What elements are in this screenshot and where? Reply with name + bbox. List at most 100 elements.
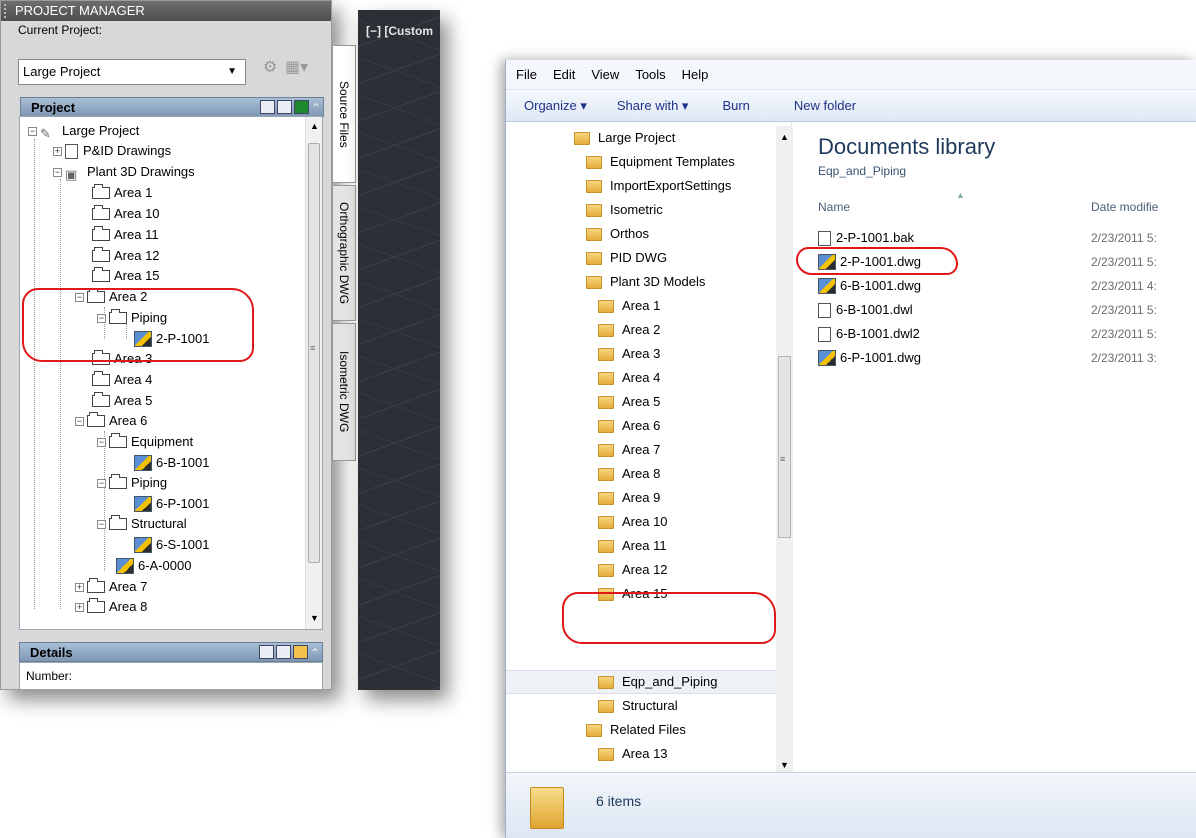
nav-item[interactable]: Area 10	[598, 510, 668, 534]
drag-grip-icon[interactable]	[4, 4, 10, 18]
file-row[interactable]: 6-P-1001.dwg 2/23/2011 3:	[806, 346, 1196, 370]
nav-item[interactable]: Area 6	[598, 414, 660, 438]
tree-node-area-10[interactable]: Area 10	[92, 204, 160, 224]
nav-item[interactable]: Area 3	[598, 342, 660, 366]
nav-item-selected[interactable]: Eqp_and_Piping	[598, 670, 717, 694]
nav-scrollbar[interactable]: ▲ ≡ ▼	[776, 126, 793, 776]
collapse-chevron-icon[interactable]: ⌃	[310, 643, 320, 663]
scroll-down-icon[interactable]: ▼	[310, 613, 319, 623]
tree-node-6-b-1001[interactable]: 6-B-1001	[134, 453, 209, 473]
tree-node-area-11[interactable]: Area 11	[92, 225, 159, 245]
nav-item[interactable]: Area 13	[598, 742, 668, 766]
organize-button[interactable]: Organize ▾	[524, 98, 587, 114]
menu-help[interactable]: Help	[682, 60, 709, 89]
tree-node-area-5[interactable]: Area 5	[92, 391, 152, 411]
column-header-name[interactable]: Name	[818, 200, 850, 214]
drawing-viewport[interactable]: [−] [Custom	[358, 10, 440, 690]
burn-button[interactable]: Burn	[722, 98, 749, 113]
current-project-select[interactable]: Large Project ▼	[18, 59, 246, 85]
nav-item[interactable]: Large Project	[574, 126, 675, 150]
tree-node-plant3d[interactable]: − ▣ Plant 3D Drawings	[53, 162, 195, 182]
tree-scrollbar[interactable]: ▲ ≡ ▼	[305, 117, 322, 629]
folder-icon	[598, 699, 614, 713]
tab-isometric-dwg[interactable]: Isometric DWG	[332, 323, 356, 461]
collapse-icon[interactable]: −	[75, 416, 84, 426]
collapse-icon[interactable]: −	[28, 126, 37, 136]
tree-node-area-8[interactable]: + Area 8	[75, 597, 147, 617]
expand-icon[interactable]: +	[75, 602, 84, 612]
annotation-highlight	[22, 288, 254, 362]
tree-node-area-6-piping[interactable]: − Piping	[97, 473, 167, 493]
scroll-down-icon[interactable]: ▼	[780, 760, 789, 770]
dropdown-arrow-icon[interactable]: ▼	[227, 60, 237, 84]
tree-node-root[interactable]: − ✎ Large Project	[28, 121, 139, 141]
viewport-controls[interactable]: [−] [Custom	[366, 24, 442, 38]
menu-tools[interactable]: Tools	[635, 60, 665, 89]
new-drawing-icon[interactable]	[260, 100, 275, 114]
nav-item[interactable]: Area 5	[598, 390, 660, 414]
nav-item[interactable]: PID DWG	[586, 246, 667, 270]
tree-node-area-15[interactable]: Area 15	[92, 266, 160, 286]
nav-item[interactable]: Area 2	[598, 318, 660, 342]
collapse-chevron-icon[interactable]: ⌃	[311, 98, 321, 118]
tree-node-area-6[interactable]: − Area 6	[75, 411, 147, 431]
column-header-date[interactable]: Date modifie	[1091, 200, 1158, 214]
nav-item[interactable]: Orthos	[586, 222, 649, 246]
tab-source-files[interactable]: Source Files	[332, 45, 356, 183]
collapse-icon[interactable]: −	[53, 167, 62, 177]
nav-item[interactable]: Isometric	[586, 198, 663, 222]
tree-node-6-a-0000[interactable]: 6-A-0000	[116, 556, 191, 576]
nav-item[interactable]: Equipment Templates	[586, 150, 735, 174]
copy-drawing-icon[interactable]	[277, 100, 292, 114]
nav-item[interactable]: Area 12	[598, 558, 668, 582]
menu-edit[interactable]: Edit	[553, 60, 575, 89]
expand-icon[interactable]: +	[75, 582, 84, 592]
tree-node-area-4[interactable]: Area 4	[92, 370, 152, 390]
share-with-button[interactable]: Share with ▾	[617, 98, 689, 114]
file-row[interactable]: 6-B-1001.dwg 2/23/2011 4:	[806, 274, 1196, 298]
new-folder-button[interactable]: New folder	[794, 98, 856, 113]
project-section-header[interactable]: Project ⌃	[20, 97, 324, 117]
tree-node-area-12[interactable]: Area 12	[92, 246, 160, 266]
tree-node-area-6-equipment[interactable]: − Equipment	[97, 432, 193, 452]
nav-item[interactable]: Area 9	[598, 486, 660, 510]
nav-item[interactable]: Area 8	[598, 462, 660, 486]
tree-node-6-p-1001[interactable]: 6-P-1001	[134, 494, 209, 514]
collapse-icon[interactable]: −	[97, 519, 106, 529]
scroll-up-icon[interactable]: ▲	[780, 132, 789, 142]
project-options-icon[interactable]: ▦▾	[285, 57, 315, 79]
file-row[interactable]: 6-B-1001.dwl2 2/23/2011 5:	[806, 322, 1196, 346]
project-setup-icon[interactable]: ⚙	[263, 57, 285, 79]
collapse-icon[interactable]: −	[97, 478, 106, 488]
nav-item[interactable]: Area 4	[598, 366, 660, 390]
project-tree[interactable]: − ✎ Large Project + P&ID Drawings − ▣ Pl…	[19, 116, 323, 630]
tree-node-area-6-structural[interactable]: − Structural	[97, 514, 187, 534]
file-row[interactable]: 6-B-1001.dwl 2/23/2011 5:	[806, 298, 1196, 322]
tree-node-6-s-1001[interactable]: 6-S-1001	[134, 535, 209, 555]
thumbnail-view-icon[interactable]	[293, 645, 308, 659]
collapse-icon[interactable]: −	[97, 437, 106, 447]
nav-item[interactable]: Plant 3D Models	[586, 270, 705, 294]
nav-item[interactable]: Structural	[598, 694, 678, 718]
details-view-icon[interactable]	[259, 645, 274, 659]
menu-view[interactable]: View	[591, 60, 619, 89]
tree-scroll-thumb[interactable]	[308, 143, 320, 563]
tree-node-area-1[interactable]: Area 1	[92, 183, 152, 203]
expand-icon[interactable]: +	[53, 146, 62, 156]
navigation-pane[interactable]: Large Project Equipment Templates Import…	[506, 122, 792, 772]
menu-file[interactable]: File	[516, 60, 537, 89]
scroll-up-icon[interactable]: ▲	[310, 121, 319, 131]
tree-node-area-7[interactable]: + Area 7	[75, 577, 147, 597]
nav-item[interactable]: Related Files	[586, 718, 686, 742]
tree-node-pid[interactable]: + P&ID Drawings	[53, 141, 171, 161]
tab-orthographic-dwg[interactable]: Orthographic DWG	[332, 185, 356, 321]
nav-item[interactable]: Area 11	[598, 534, 667, 558]
refresh-icon[interactable]	[294, 100, 309, 114]
nav-item[interactable]: Area 7	[598, 438, 660, 462]
nav-scroll-thumb[interactable]	[778, 356, 791, 538]
project-manager-titlebar[interactable]: PROJECT MANAGER	[1, 1, 331, 21]
preview-view-icon[interactable]	[276, 645, 291, 659]
nav-item[interactable]: ImportExportSettings	[586, 174, 731, 198]
details-section-header[interactable]: Details ⌃	[19, 642, 323, 662]
nav-item[interactable]: Area 1	[598, 294, 660, 318]
